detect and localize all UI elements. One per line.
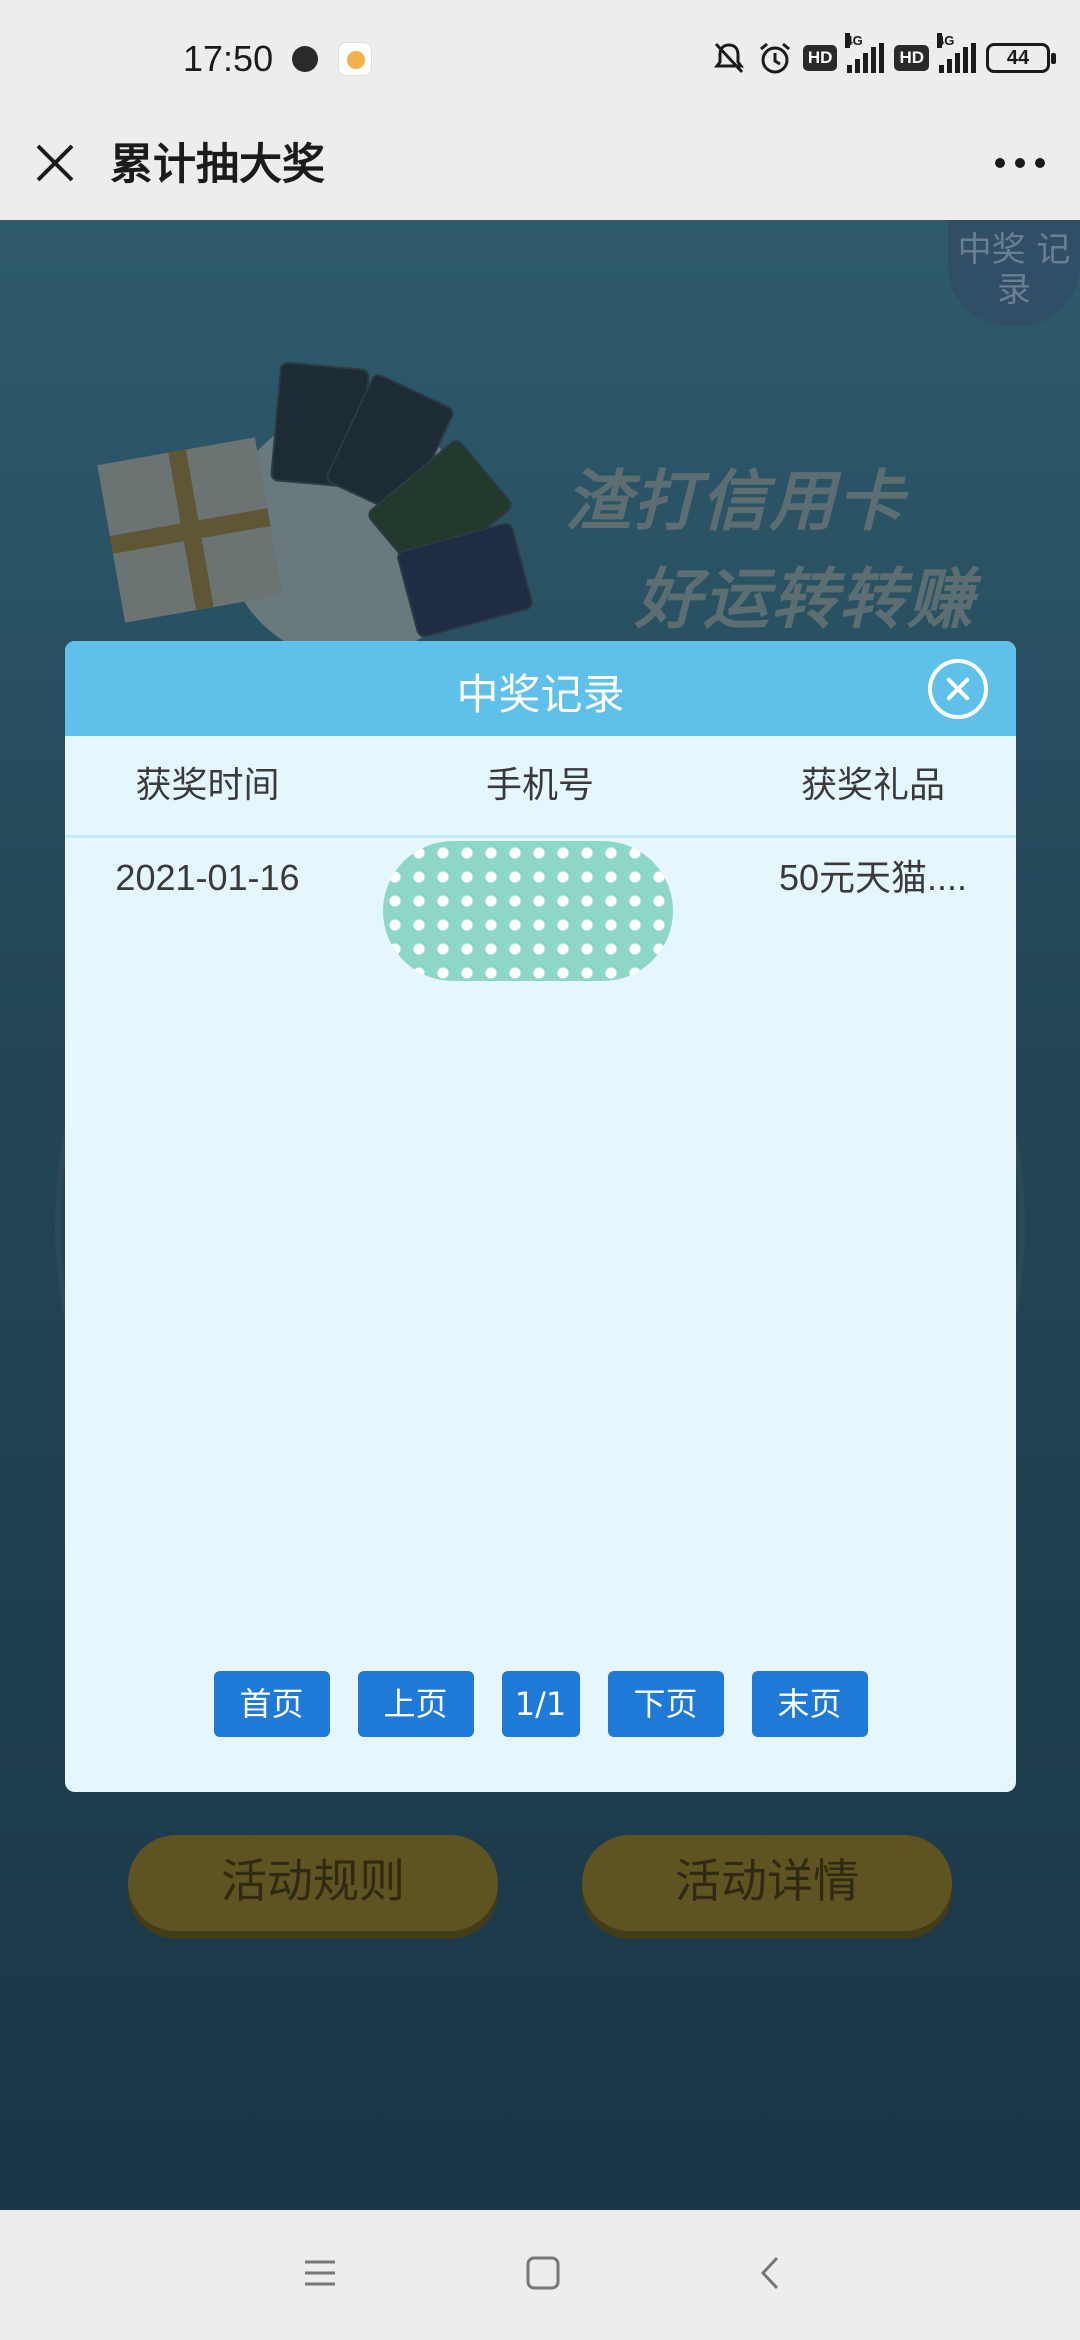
close-icon[interactable] bbox=[928, 659, 988, 719]
column-header-time: 获奖时间 bbox=[135, 765, 280, 806]
column-header-phone: 手机号 bbox=[485, 765, 594, 806]
app-notification-icon bbox=[338, 42, 372, 76]
mute-icon bbox=[711, 38, 747, 78]
dialog-header: 中奖记录 bbox=[65, 641, 1016, 736]
signal-icon: 4G bbox=[845, 33, 885, 73]
menu-icon[interactable] bbox=[295, 2248, 345, 2298]
gift-box-decoration bbox=[97, 437, 283, 623]
prev-page-button[interactable]: 上页 bbox=[357, 1671, 474, 1737]
row-prize: 50元天猫.... bbox=[778, 857, 968, 898]
first-page-button[interactable]: 首页 bbox=[213, 1671, 330, 1737]
clock-app-icon bbox=[292, 46, 318, 72]
network-label: 4G bbox=[937, 33, 955, 48]
details-button[interactable]: 活动详情 bbox=[582, 1835, 952, 1931]
record-corner-button[interactable]: 中奖 记录 bbox=[948, 220, 1080, 326]
column-header-prize: 获奖礼品 bbox=[800, 765, 945, 806]
row-time: 2021-01-16 bbox=[115, 857, 300, 898]
home-icon[interactable] bbox=[518, 2248, 568, 2298]
signal-icon: 4G bbox=[937, 33, 976, 73]
dialog-title: 中奖记录 bbox=[456, 670, 625, 719]
title-bar: 累计抽大奖 bbox=[0, 118, 1080, 220]
headline-line2: 好运转转赚 bbox=[635, 561, 975, 638]
hd-icon: HD bbox=[802, 38, 838, 78]
network-label: 4G bbox=[845, 33, 863, 48]
table-header: 获奖时间 手机号 获奖礼品 bbox=[65, 736, 1016, 838]
page-indicator: 1/1 bbox=[501, 1671, 580, 1737]
last-page-button[interactable]: 末页 bbox=[751, 1671, 868, 1737]
rules-button[interactable]: 活动规则 bbox=[128, 1835, 498, 1931]
more-options-icon[interactable] bbox=[990, 148, 1050, 178]
status-bar: 17:50 HD 4G HD 4G 44 bbox=[0, 0, 1080, 118]
winning-record-dialog: 中奖记录 获奖时间 手机号 获奖礼品 2021-01-16 50元天猫.... … bbox=[65, 641, 1016, 1792]
next-page-button[interactable]: 下页 bbox=[607, 1671, 724, 1737]
pagination: 首页 上页 1/1 下页 末页 bbox=[65, 1671, 1016, 1737]
hd-label: HD bbox=[802, 45, 838, 71]
alarm-icon bbox=[757, 38, 793, 78]
hd-icon: HD bbox=[894, 38, 929, 78]
back-icon[interactable] bbox=[745, 2248, 795, 2298]
system-nav-bar bbox=[0, 2210, 1080, 2340]
close-icon[interactable] bbox=[30, 138, 80, 188]
hd-label: HD bbox=[894, 45, 929, 71]
status-time: 17:50 bbox=[183, 38, 274, 79]
battery-level: 44 bbox=[986, 43, 1056, 73]
battery-icon: 44 bbox=[986, 38, 1056, 78]
page-title: 累计抽大奖 bbox=[110, 140, 325, 190]
status-icons: HD 4G HD 4G 44 bbox=[711, 33, 1056, 80]
privacy-mask bbox=[383, 841, 673, 981]
headline-line1: 渣打信用卡 bbox=[565, 463, 905, 540]
